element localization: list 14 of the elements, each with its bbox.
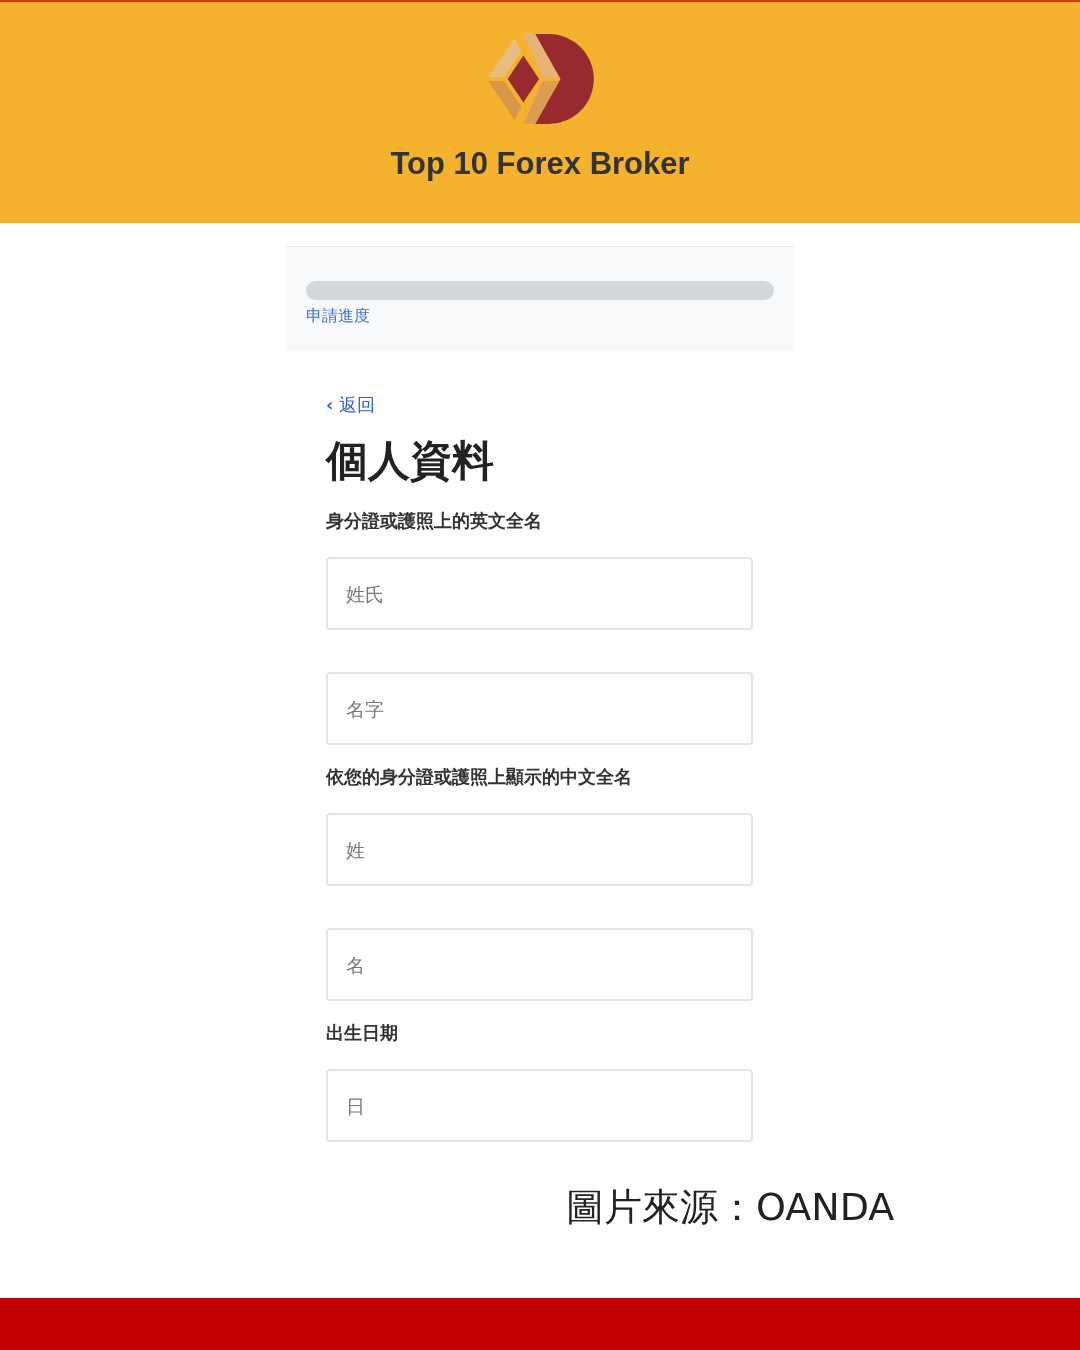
input-field[interactable]: 姓	[326, 813, 753, 886]
input-field[interactable]: 姓氏	[326, 557, 753, 630]
field-label: 依您的身分證或護照上顯示的中文全名	[326, 765, 633, 789]
image-credit: 圖片來源：OANDA	[566, 1184, 896, 1231]
logo-icon	[486, 34, 594, 124]
input-field[interactable]: 日	[326, 1069, 753, 1142]
field-label: 身分證或護照上的英文全名	[326, 509, 543, 533]
page-heading: 個人資料	[326, 435, 495, 487]
brand-name: Top 10 Forex Broker	[390, 146, 690, 182]
input-field[interactable]: 名	[326, 928, 753, 1001]
field-label: 出生日期	[326, 1021, 399, 1045]
progress-label: 申請進度	[306, 306, 371, 327]
back-link[interactable]: ‹ 返回	[326, 393, 376, 417]
input-field[interactable]: 名字	[326, 672, 753, 745]
